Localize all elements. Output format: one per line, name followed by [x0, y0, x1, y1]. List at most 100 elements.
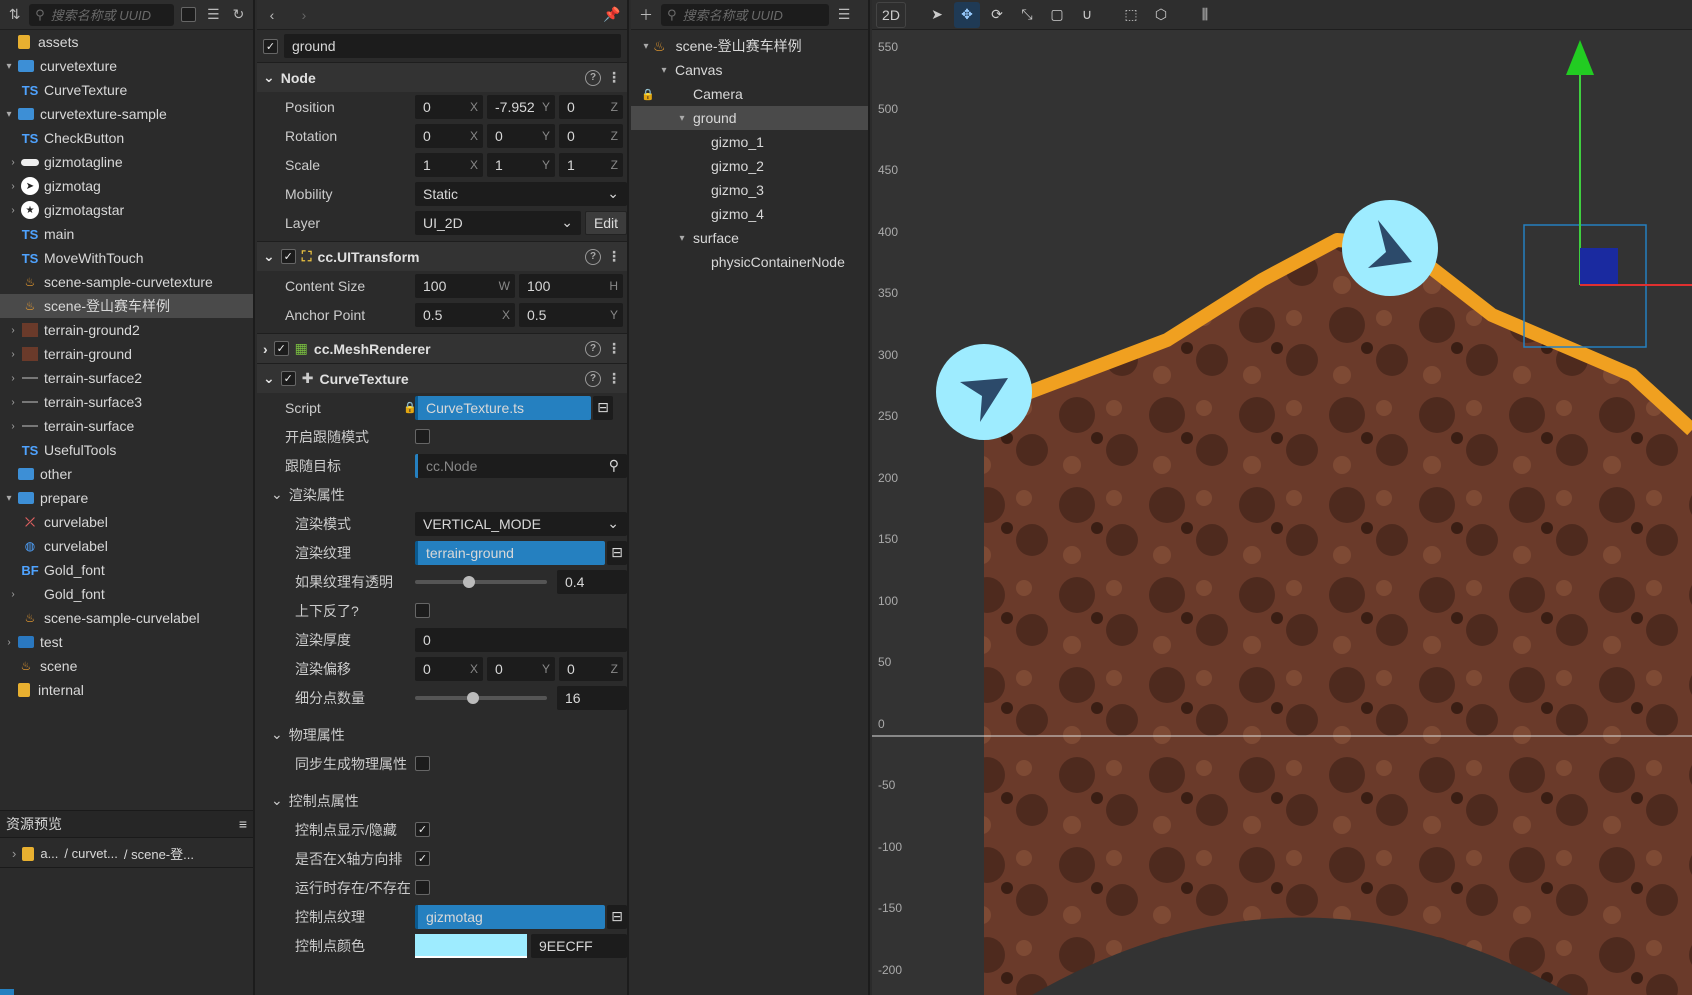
subdiv-slider[interactable]: [415, 691, 547, 704]
anchor-y-input[interactable]: 0.5 Y: [519, 302, 623, 327]
menu-icon[interactable]: ≡: [239, 816, 247, 832]
breadcrumb-item[interactable]: / curvet...: [64, 846, 117, 861]
asset-item[interactable]: › ➤ gizmotag: [0, 174, 253, 198]
asset-picker-icon[interactable]: ⊟: [593, 395, 613, 420]
content-height-input[interactable]: 100 H: [519, 273, 623, 298]
checkbox-icon[interactable]: [178, 4, 199, 26]
asset-item[interactable]: › ★ gizmotagstar: [0, 198, 253, 222]
cp-runtime-checkbox[interactable]: [415, 880, 430, 895]
hierarchy-node[interactable]: gizmo_3: [631, 178, 868, 202]
refresh-icon[interactable]: ↻: [228, 4, 249, 26]
layer-edit-button[interactable]: Edit: [585, 210, 627, 235]
physics-props-header[interactable]: ⌄ 物理属性: [257, 720, 627, 749]
list-filter-icon[interactable]: ☰: [833, 4, 855, 26]
asset-item[interactable]: ▾ prepare: [0, 486, 253, 510]
asset-item[interactable]: other: [0, 462, 253, 486]
asset-item[interactable]: ⤫ curvelabel: [0, 510, 253, 534]
chevron-icon[interactable]: ›: [6, 421, 20, 432]
asset-item[interactable]: ▾ curvetexture-sample: [0, 102, 253, 126]
node-picker-icon[interactable]: ⚲: [609, 457, 619, 474]
pivot-icon[interactable]: ⬡: [1148, 2, 1174, 28]
chevron-icon[interactable]: ▾: [2, 493, 16, 504]
asset-item[interactable]: assets: [0, 30, 253, 54]
position-x-input[interactable]: 0X: [415, 94, 483, 119]
follow-target-field[interactable]: cc.Node ⚲: [415, 453, 627, 478]
curvetexture-enabled-checkbox[interactable]: ✓: [280, 371, 296, 386]
hierarchy-node[interactable]: ▾ surface: [631, 226, 868, 250]
asset-picker-icon[interactable]: ⊟: [607, 904, 627, 929]
hierarchy-node[interactable]: physicContainerNode: [631, 250, 868, 274]
magnet-tool-icon[interactable]: ∪: [1074, 2, 1100, 28]
subdiv-input[interactable]: 16: [557, 685, 627, 710]
rect-tool-icon[interactable]: ▢: [1044, 2, 1070, 28]
asset-item[interactable]: TS MoveWithTouch: [0, 246, 253, 270]
position-z-input[interactable]: 0Z: [559, 94, 623, 119]
hierarchy-node[interactable]: 🔒 Camera: [631, 82, 868, 106]
chevron-right-icon[interactable]: ›: [12, 846, 16, 861]
select-tool-icon[interactable]: ➤: [924, 2, 950, 28]
asset-item[interactable]: ♨ scene-登山赛车样例: [0, 294, 253, 318]
rotation-x-input[interactable]: 0X: [415, 123, 483, 148]
asset-item[interactable]: ♨ scene: [0, 654, 253, 678]
asset-item[interactable]: › gizmotagline: [0, 150, 253, 174]
local-space-icon[interactable]: ⬚: [1118, 2, 1144, 28]
chevron-icon[interactable]: ›: [6, 157, 20, 168]
chevron-icon[interactable]: ›: [6, 181, 20, 192]
transparent-slider[interactable]: [415, 575, 547, 588]
list-filter-icon[interactable]: ☰: [203, 4, 224, 26]
chevron-icon[interactable]: ›: [6, 325, 20, 336]
forward-icon[interactable]: ›: [293, 4, 315, 26]
chevron-down-icon[interactable]: ▾: [675, 233, 689, 244]
cp-sort-checkbox[interactable]: ✓: [415, 851, 430, 866]
content-width-input[interactable]: 100 W: [415, 273, 515, 298]
move-tool-icon[interactable]: ✥: [954, 1, 980, 28]
chevron-icon[interactable]: ›: [6, 589, 20, 600]
scale-z-input[interactable]: 1Z: [559, 152, 623, 177]
chevron-icon[interactable]: ›: [2, 637, 16, 648]
slider-knob[interactable]: [466, 691, 479, 704]
offset-z-input[interactable]: 0Z: [559, 656, 623, 681]
scale-tool-icon[interactable]: ⤡: [1014, 2, 1040, 28]
sort-icon[interactable]: ⇅: [4, 4, 25, 26]
asset-item[interactable]: › terrain-surface3: [0, 390, 253, 414]
align-icon[interactable]: ⫼: [1192, 2, 1218, 28]
render-mode-select[interactable]: VERTICAL_MODE ⌄: [415, 511, 627, 536]
help-icon[interactable]: ?: [585, 340, 601, 357]
control-props-header[interactable]: ⌄ 控制点属性: [257, 786, 627, 815]
more-icon[interactable]: ⋮: [607, 69, 621, 86]
transparent-input[interactable]: 0.4: [557, 569, 627, 594]
help-icon[interactable]: ?: [585, 69, 601, 86]
hierarchy-node[interactable]: ▾ Canvas: [631, 58, 868, 82]
follow-mode-checkbox[interactable]: [415, 429, 430, 444]
node-name-input[interactable]: ground: [284, 34, 621, 58]
chevron-down-icon[interactable]: ▾: [657, 65, 671, 76]
node-section-header[interactable]: ⌄ Node ? ⋮: [257, 62, 627, 92]
asset-item[interactable]: TS UsefulTools: [0, 438, 253, 462]
asset-item[interactable]: ▾ curvetexture: [0, 54, 253, 78]
asset-item[interactable]: TS main: [0, 222, 253, 246]
rotation-y-input[interactable]: 0Y: [487, 123, 555, 148]
hierarchy-search-input[interactable]: ⚲ 搜索名称或 UUID: [661, 3, 829, 26]
curvetexture-section-header[interactable]: ⌄ ✓ ✚ CurveTexture ? ⋮: [257, 363, 627, 393]
asset-item[interactable]: › terrain-ground2: [0, 318, 253, 342]
back-icon[interactable]: ‹: [261, 4, 283, 26]
more-icon[interactable]: ⋮: [607, 248, 621, 265]
asset-item[interactable]: › terrain-ground: [0, 342, 253, 366]
uitransform-section-header[interactable]: ⌄ ✓ ⛶ cc.UITransform ? ⋮: [257, 241, 627, 271]
asset-item[interactable]: TS CurveTexture: [0, 78, 253, 102]
render-props-header[interactable]: ⌄ 渲染属性: [257, 480, 627, 509]
layer-select[interactable]: UI_2D ⌄: [415, 210, 581, 235]
asset-picker-icon[interactable]: ⊟: [607, 540, 627, 565]
help-icon[interactable]: ?: [585, 370, 601, 387]
uitransform-enabled-checkbox[interactable]: ✓: [280, 249, 296, 264]
offset-x-input[interactable]: 0X: [415, 656, 483, 681]
cp-show-checkbox[interactable]: ✓: [415, 822, 430, 837]
more-icon[interactable]: ⋮: [607, 370, 621, 387]
chevron-icon[interactable]: ›: [6, 373, 20, 384]
pin-icon[interactable]: 📌: [601, 4, 623, 26]
hierarchy-node[interactable]: ▾ ♨ scene-登山赛车样例: [631, 34, 868, 58]
thickness-input[interactable]: 0: [415, 627, 627, 652]
hierarchy-node[interactable]: gizmo_1: [631, 130, 868, 154]
position-y-input[interactable]: -7.952 Y: [487, 94, 555, 119]
chevron-icon[interactable]: ▾: [2, 61, 16, 72]
